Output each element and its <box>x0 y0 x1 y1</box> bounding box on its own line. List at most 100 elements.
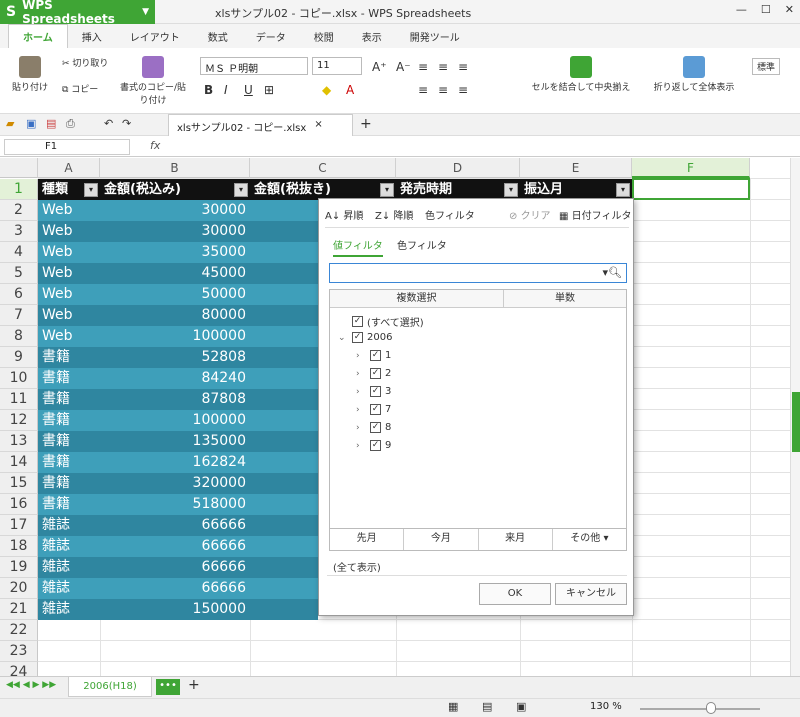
date-filter-button[interactable]: ▦ 日付フィルタ <box>559 207 631 222</box>
align-middle-icon[interactable]: ≡ <box>438 60 448 74</box>
cell-type[interactable]: 雑誌 <box>38 578 100 599</box>
chevron-right-icon[interactable]: › <box>356 405 366 415</box>
column-header[interactable]: E <box>520 158 632 178</box>
sort-ascending-button[interactable]: A↓ 昇順 <box>325 207 363 222</box>
filter-list-item[interactable]: ✓ (すべて選択) <box>338 314 424 329</box>
page-break-icon[interactable]: ▣ <box>516 700 526 713</box>
row-header[interactable]: 17 <box>0 515 38 536</box>
quick-date-button[interactable]: その他 ▾ <box>553 529 626 550</box>
merge-center-button[interactable]: セルを結合して中央揃え <box>522 56 640 93</box>
ribbon-tab[interactable]: データ <box>242 25 300 48</box>
checkbox[interactable]: ✓ <box>370 404 381 415</box>
cell-amount-excl[interactable] <box>250 431 318 452</box>
cell-amount-excl[interactable] <box>250 473 318 494</box>
filter-dropdown-button[interactable]: ▾ <box>234 183 248 197</box>
row-header[interactable]: 21 <box>0 599 38 620</box>
paste-button[interactable]: 貼り付け <box>8 56 52 93</box>
row-header[interactable]: 2 <box>0 200 38 221</box>
cell-type[interactable]: 書籍 <box>38 389 100 410</box>
cell-type[interactable]: Web <box>38 263 100 284</box>
ribbon-tab[interactable]: 数式 <box>194 25 242 48</box>
clear-button[interactable]: ⊘ クリア <box>509 207 551 222</box>
row-header[interactable]: 14 <box>0 452 38 473</box>
cell-amount-excl[interactable] <box>250 536 318 557</box>
cell-type[interactable]: 雑誌 <box>38 515 100 536</box>
row-header[interactable]: 15 <box>0 473 38 494</box>
chevron-right-icon[interactable]: › <box>356 423 366 433</box>
cell-type[interactable]: Web <box>38 326 100 347</box>
cell-type[interactable]: 書籍 <box>38 347 100 368</box>
border-button[interactable]: ⊞ <box>264 83 274 97</box>
cell-amount-excl[interactable] <box>250 242 318 263</box>
row-header[interactable]: 11 <box>0 389 38 410</box>
cell-amount-excl[interactable] <box>250 284 318 305</box>
cell-amount-excl[interactable] <box>250 200 318 221</box>
cell-amount-excl[interactable] <box>250 410 318 431</box>
row-header[interactable]: 6 <box>0 284 38 305</box>
row-header[interactable]: 19 <box>0 557 38 578</box>
chevron-right-icon[interactable]: › <box>356 369 366 379</box>
column-header[interactable]: D <box>396 158 520 178</box>
row-header[interactable]: 12 <box>0 410 38 431</box>
header-cell[interactable]: 金額(税抜き) <box>250 179 396 200</box>
cell-amount[interactable]: 66666 <box>100 557 250 578</box>
chevron-right-icon[interactable]: › <box>356 441 366 451</box>
header-cell[interactable]: 発売時期 <box>396 179 520 200</box>
checkbox[interactable]: ✓ <box>352 316 363 327</box>
cell-type[interactable]: Web <box>38 284 100 305</box>
cell-amount[interactable]: 320000 <box>100 473 250 494</box>
list-header-count[interactable]: 単数 <box>504 290 626 308</box>
cell-amount-excl[interactable] <box>250 515 318 536</box>
more-sheets-icon[interactable]: ••• <box>156 679 180 695</box>
cell-type[interactable]: 書籍 <box>38 452 100 473</box>
zoom-thumb[interactable] <box>706 702 716 714</box>
cell-amount-excl[interactable] <box>250 599 318 620</box>
checkbox[interactable]: ✓ <box>370 386 381 397</box>
cell-amount[interactable]: 100000 <box>100 326 250 347</box>
cell-type[interactable]: 雑誌 <box>38 536 100 557</box>
quick-date-button[interactable]: 先月 <box>330 529 405 550</box>
cell-amount[interactable]: 45000 <box>100 263 250 284</box>
cell-type[interactable]: Web <box>38 221 100 242</box>
fill-color-button[interactable]: ◆ <box>322 83 331 97</box>
ribbon-tab[interactable]: ホーム <box>8 24 68 48</box>
open-icon[interactable]: ▰ <box>6 117 14 130</box>
cancel-button[interactable]: キャンセル <box>555 583 627 605</box>
row-header[interactable]: 7 <box>0 305 38 326</box>
row-header[interactable]: 1 <box>0 179 38 200</box>
format-copy-button[interactable]: 書式のコピー/貼り付け <box>118 56 188 106</box>
selected-cell[interactable] <box>632 178 750 200</box>
cell-type[interactable]: Web <box>38 200 100 221</box>
checkbox[interactable]: ✓ <box>370 422 381 433</box>
sort-descending-button[interactable]: Z↓ 降順 <box>375 207 413 222</box>
cell-amount-excl[interactable] <box>250 578 318 599</box>
font-color-button[interactable]: A <box>346 83 354 97</box>
tab-value-filter[interactable]: 値フィルタ <box>333 237 383 257</box>
align-bottom-icon[interactable]: ≡ <box>458 60 468 74</box>
cell-type[interactable]: 書籍 <box>38 473 100 494</box>
filter-dropdown-button[interactable]: ▾ <box>84 183 98 197</box>
copy-button[interactable]: ⧉ コピー <box>62 82 98 95</box>
cell-amount[interactable]: 84240 <box>100 368 250 389</box>
filter-list-item[interactable]: › ✓ 7 <box>356 404 391 415</box>
close-icon[interactable]: ✕ <box>785 3 794 16</box>
quick-date-button[interactable]: 来月 <box>479 529 553 550</box>
save-icon[interactable]: ▣ <box>26 117 36 130</box>
filter-search-input[interactable]: ▾🔍︎ <box>329 263 627 283</box>
cell-type[interactable]: Web <box>38 305 100 326</box>
font-size-select[interactable]: 11 <box>312 57 362 75</box>
cell-amount[interactable]: 150000 <box>100 599 250 620</box>
cell-amount-excl[interactable] <box>250 347 318 368</box>
tab-color-filter[interactable]: 色フィルタ <box>397 237 447 252</box>
row-header[interactable]: 10 <box>0 368 38 389</box>
cell-amount[interactable]: 66666 <box>100 536 250 557</box>
checkbox[interactable]: ✓ <box>370 440 381 451</box>
cell-amount-excl[interactable] <box>250 452 318 473</box>
cell-amount[interactable]: 87808 <box>100 389 250 410</box>
row-header[interactable]: 23 <box>0 641 38 662</box>
checkbox[interactable]: ✓ <box>352 332 363 343</box>
filter-list-item[interactable]: › ✓ 2 <box>356 368 391 379</box>
underline-button[interactable]: U <box>244 83 253 97</box>
wrap-text-button[interactable]: 折り返して全体表示 <box>645 56 743 93</box>
cell-amount-excl[interactable] <box>250 368 318 389</box>
